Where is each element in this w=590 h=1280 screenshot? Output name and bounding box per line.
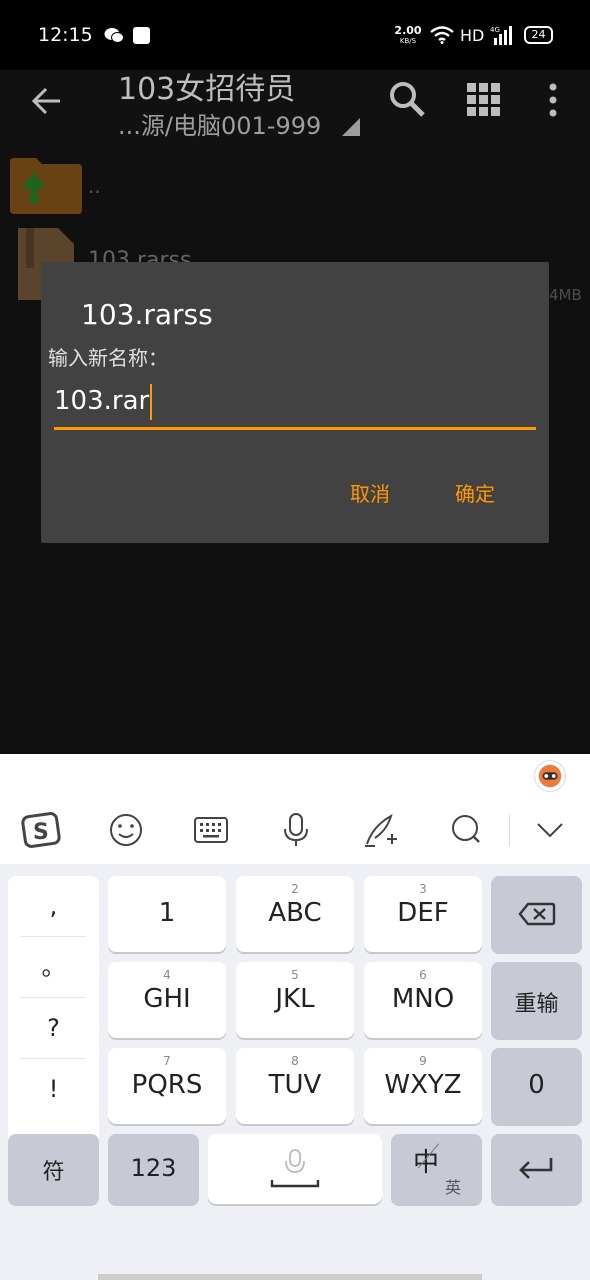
key-mno[interactable]: 6 MNO	[364, 962, 482, 1038]
space-voice-icon	[270, 1149, 320, 1188]
more-options-icon[interactable]	[544, 82, 562, 118]
text-cursor	[150, 384, 152, 420]
svg-text:4G: 4G	[490, 26, 500, 34]
folder-path[interactable]: ...源/电脑001-999	[118, 106, 321, 141]
app-notification-icon	[133, 27, 150, 44]
punct-key-exclaim[interactable]: !	[8, 1059, 99, 1120]
punct-key-comma[interactable]: ,	[8, 876, 99, 937]
toolbar-divider	[509, 814, 510, 846]
sogou-logo-icon[interactable]: S	[21, 812, 61, 848]
handwriting-icon[interactable]	[361, 812, 401, 848]
reenter-key[interactable]: 重输	[491, 962, 582, 1038]
key-jkl[interactable]: 5 JKL	[236, 962, 354, 1038]
dialog-title: 103.rarss	[81, 298, 213, 331]
status-bar: 12:15 2.00 KB/S HD 4G 24	[0, 0, 590, 70]
microphone-icon[interactable]	[276, 812, 316, 848]
hd-indicator: HD	[460, 26, 485, 45]
backspace-icon	[518, 902, 556, 926]
cancel-button[interactable]: 取消	[350, 478, 390, 507]
emoji-icon[interactable]	[106, 812, 146, 848]
dialog-label: 输入新名称：	[48, 346, 168, 370]
rename-dialog: 103.rarss 输入新名称： 103.rar 取消 确定	[41, 262, 549, 543]
battery-indicator: 24	[524, 26, 553, 44]
folder-title: 103女招待员	[118, 72, 296, 107]
enter-icon	[519, 1158, 553, 1179]
search-icon[interactable]	[388, 80, 426, 118]
app-bar: 103女招待员 ...源/电脑001-999	[0, 70, 590, 146]
path-dropdown-icon[interactable]	[342, 118, 360, 136]
wifi-icon	[430, 26, 454, 44]
key-tuv[interactable]: 8 TUV	[236, 1048, 354, 1124]
space-key[interactable]	[208, 1134, 382, 1204]
back-arrow-icon[interactable]	[30, 84, 64, 118]
key-abc[interactable]: 2 ABC	[236, 876, 354, 952]
grid-view-icon[interactable]	[466, 82, 502, 118]
keyboard-icon[interactable]	[191, 812, 231, 848]
wechat-icon	[104, 28, 124, 43]
new-name-input[interactable]: 103.rar	[54, 380, 536, 430]
key-0[interactable]: 0	[491, 1048, 582, 1124]
language-switch-key[interactable]: 中 英	[391, 1134, 482, 1204]
chevron-down-icon[interactable]	[530, 812, 570, 848]
key-ghi[interactable]: 4 GHI	[108, 962, 226, 1038]
symbol-key[interactable]: 符	[8, 1134, 99, 1204]
signal-icon: 4G	[490, 26, 512, 45]
confirm-button[interactable]: 确定	[455, 478, 495, 507]
key-wxyz[interactable]: 9 WXYZ	[364, 1048, 482, 1124]
soft-keyboard: S , 。 ? ! 1 2 ABC 3 DEF 4 GHI 5 JKL 6 MN…	[0, 754, 590, 1280]
home-indicator[interactable]	[98, 1274, 482, 1280]
punct-key-question[interactable]: ?	[8, 998, 99, 1059]
enter-key[interactable]	[491, 1134, 582, 1204]
number-mode-key[interactable]: 123	[108, 1134, 199, 1204]
backspace-key[interactable]	[491, 876, 582, 952]
keyboard-toolbar: S	[0, 754, 590, 864]
status-time: 12:15	[38, 24, 93, 46]
network-speed: 2.00 KB/S	[394, 24, 422, 45]
svg-text:S: S	[33, 820, 49, 845]
search-icon[interactable]	[446, 812, 486, 848]
key-1[interactable]: 1	[108, 876, 226, 952]
punct-key-period[interactable]: 。	[8, 937, 99, 998]
new-name-value: 103.rar	[54, 386, 150, 416]
ime-mascot-icon[interactable]	[534, 760, 566, 792]
key-def[interactable]: 3 DEF	[364, 876, 482, 952]
key-pqrs[interactable]: 7 PQRS	[108, 1048, 226, 1124]
